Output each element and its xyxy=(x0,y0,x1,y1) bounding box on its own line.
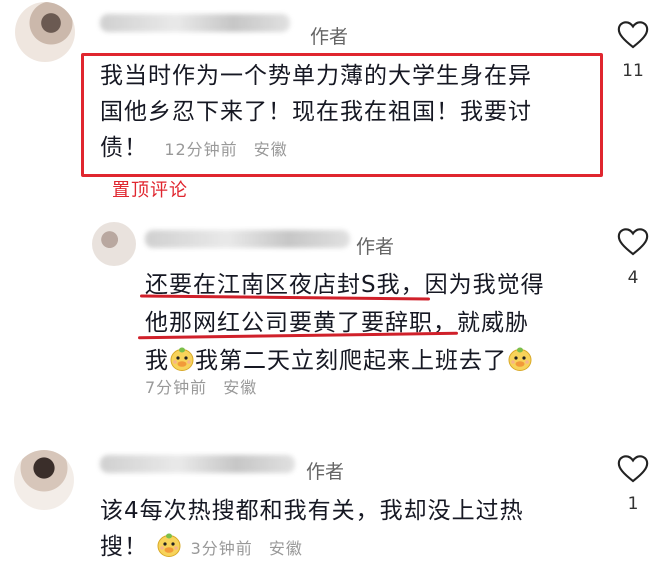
comment-text-part: 我第二天立刻爬起来上班去了 xyxy=(195,348,507,374)
duck-face-emoji-icon xyxy=(170,347,194,371)
comment-time: 3分钟前 xyxy=(190,539,253,558)
duck-face-emoji-icon xyxy=(157,533,181,557)
comment-text: 还要在江南区夜店封S我，因为我觉得 他那网红公司要黄了要辞职，就威胁 我 我第二… xyxy=(145,266,545,380)
comment-location: 安徽 xyxy=(253,140,288,159)
comment-meta: 7分钟前 安徽 xyxy=(145,374,267,398)
comment-line: 国他乡忍下来了！现在我在祖国！我要讨 xyxy=(100,99,532,125)
username-blurred[interactable] xyxy=(145,230,350,248)
comment-meta: 12分钟前 安徽 xyxy=(164,140,297,159)
comment-text-part: 我 xyxy=(145,348,169,374)
username-blurred[interactable] xyxy=(100,14,290,32)
avatar[interactable] xyxy=(92,222,136,266)
comment-line: 该4每次热搜都和我有关，我却没上过热 xyxy=(100,498,524,524)
username-blurred[interactable] xyxy=(100,455,295,473)
comment-last-line: 搜！ 3分钟前 安徽 xyxy=(100,529,524,567)
heart-outline-icon[interactable] xyxy=(615,18,651,52)
comment-line: 债！ xyxy=(100,135,148,161)
heart-outline-icon[interactable] xyxy=(615,452,651,486)
comment-line: 我当时作为一个势单力薄的大学生身在异 xyxy=(100,63,532,89)
avatar[interactable] xyxy=(15,2,75,62)
comment-location: 安徽 xyxy=(223,378,258,397)
comment-time: 12分钟前 xyxy=(164,140,238,159)
pinned-comment-label: 置顶评论 xyxy=(112,180,188,201)
comment-last-line: 债！ 12分钟前 安徽 xyxy=(100,130,532,168)
comment-text: 我当时作为一个势单力薄的大学生身在异 国他乡忍下来了！现在我在祖国！我要讨 债！… xyxy=(100,58,532,168)
comment-time: 7分钟前 xyxy=(145,378,208,397)
comment-line: 搜！ xyxy=(100,534,148,560)
like-count: 11 xyxy=(622,61,644,81)
heart-outline-icon[interactable] xyxy=(615,225,651,259)
author-badge: 作者 xyxy=(310,26,349,48)
comment-location: 安徽 xyxy=(268,539,303,558)
comment-meta: 3分钟前 安徽 xyxy=(191,539,313,558)
author-badge: 作者 xyxy=(356,236,395,258)
duck-face-emoji-icon xyxy=(508,347,532,371)
like-count: 1 xyxy=(627,494,639,514)
avatar[interactable] xyxy=(14,450,74,510)
like-count: 4 xyxy=(627,268,639,288)
author-badge: 作者 xyxy=(306,461,345,483)
comment-text-rest: ，因为我觉得 xyxy=(400,272,545,298)
comment-text: 该4每次热搜都和我有关，我却没上过热 搜！ 3分钟前 安徽 xyxy=(100,493,524,567)
